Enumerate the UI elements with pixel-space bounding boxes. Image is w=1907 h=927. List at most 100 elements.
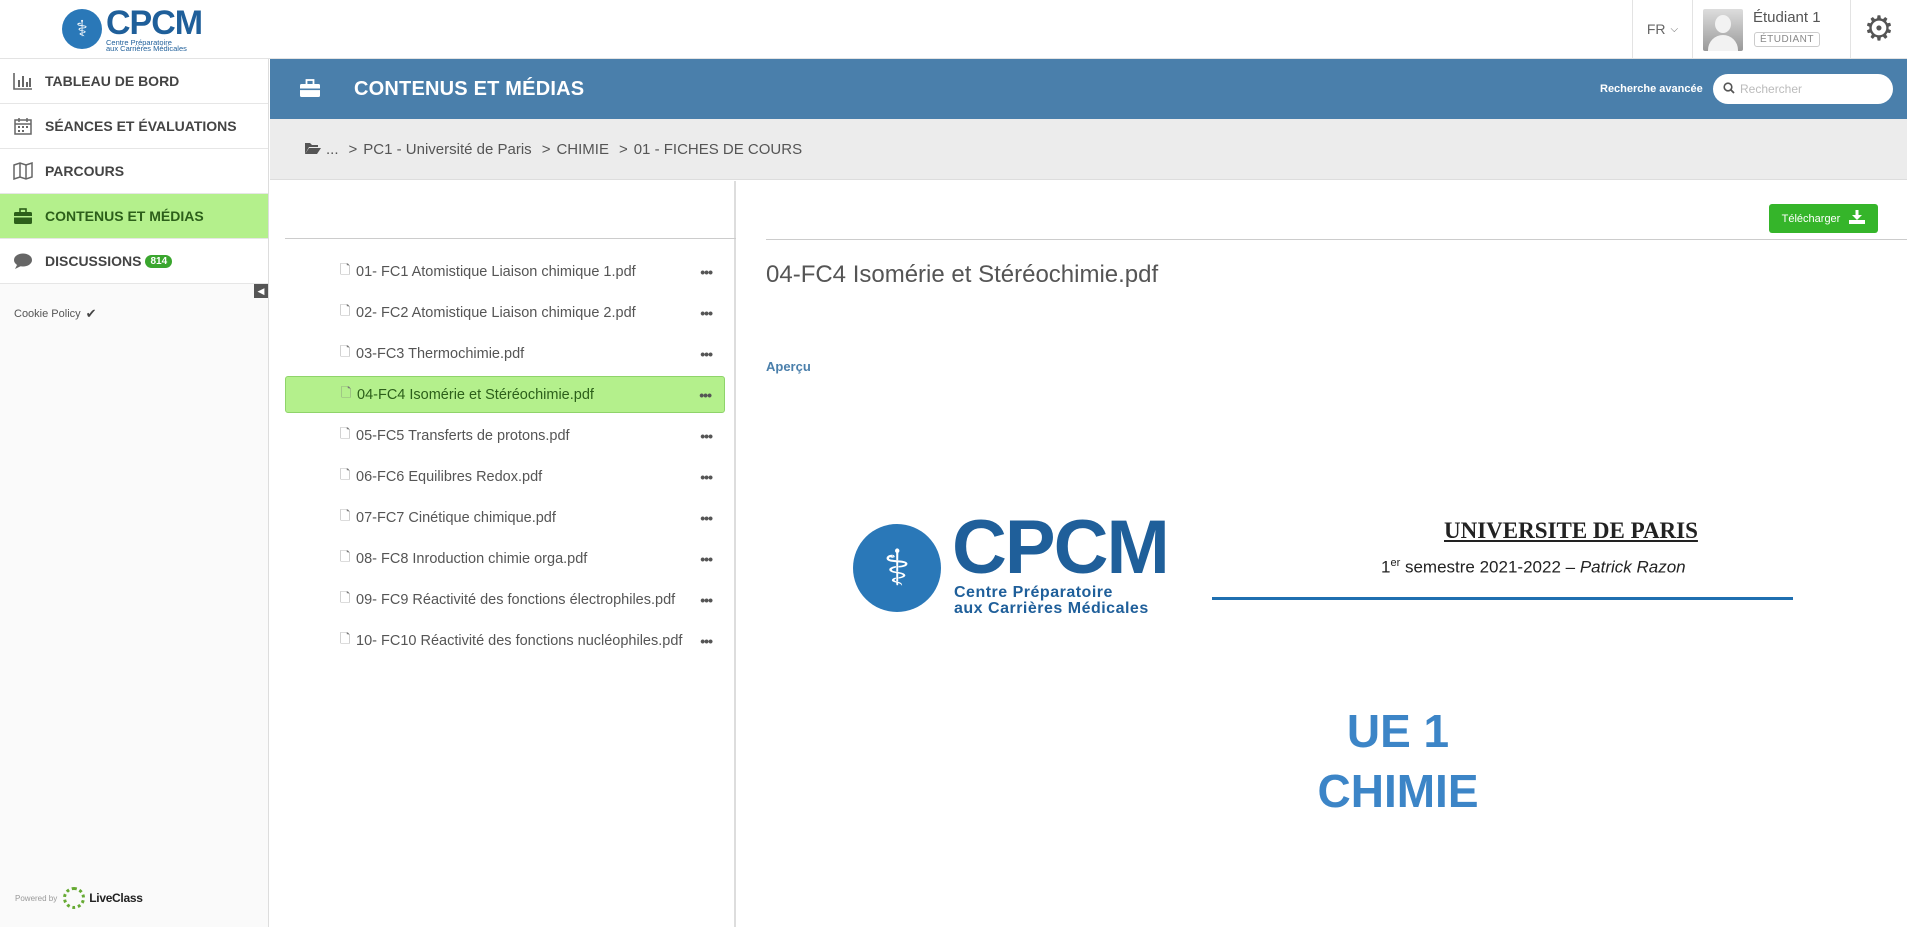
cookie-policy-label: Cookie Policy — [14, 308, 81, 320]
file-name: 01- FC1 Atomistique Liaison chimique 1.p… — [356, 263, 636, 280]
more-options-icon[interactable]: ••• — [700, 346, 713, 362]
list-item[interactable]: 🗋 08- FC8 Inroduction chimie orga.pdf ••• — [285, 540, 725, 577]
file-name: 09- FC9 Réactivité des fonctions électro… — [356, 591, 676, 608]
liveclass-logo-icon — [63, 887, 86, 909]
more-options-icon[interactable]: ••• — [699, 387, 712, 403]
pdf-file-icon: 🗋 — [340, 343, 351, 359]
pdf-file-icon: 🗋 — [340, 630, 351, 646]
list-item[interactable]: 🗋 03-FC3 Thermochimie.pdf ••• — [285, 335, 725, 372]
sidebar-item-label: TABLEAU DE BORD — [45, 73, 180, 89]
list-item[interactable]: 🗋 10- FC10 Réactivité des fonctions nuclé… — [285, 622, 725, 659]
doc-author: Patrick Razon — [1579, 557, 1686, 577]
breadcrumb-root[interactable]: ... — [326, 141, 339, 158]
file-name: 05-FC5 Transferts de protons.pdf — [356, 427, 570, 444]
pdf-file-icon: 🗋 — [340, 589, 351, 605]
more-options-icon[interactable]: ••• — [700, 428, 713, 444]
caduceus-icon: ⚕ — [62, 9, 102, 49]
briefcase-icon — [298, 76, 322, 100]
brand-logo[interactable]: ⚕ CPCM Centre Préparatoire aux Carrières… — [62, 3, 203, 53]
doc-ue-title: UE 1 CHIMIE — [1088, 701, 1708, 821]
pdf-file-icon: 🗋 — [340, 507, 351, 523]
list-item[interactable]: 🗋 06-FC6 Equilibres Redox.pdf ••• — [285, 458, 725, 495]
avatar — [1703, 9, 1743, 51]
language-selector[interactable]: FR ⌵ — [1632, 0, 1692, 58]
more-options-icon[interactable]: ••• — [700, 510, 713, 526]
pdf-preview-page[interactable]: ⚕ CPCM Centre Préparatoire aux Carrières… — [738, 181, 1907, 927]
more-options-icon[interactable]: ••• — [700, 469, 713, 485]
doc-university: UNIVERSITE DE PARIS — [1444, 518, 1698, 543]
sidebar-item-seances[interactable]: SÉANCES ET ÉVALUATIONS — [0, 104, 268, 149]
search-icon — [1723, 81, 1735, 97]
advanced-search-link[interactable]: Recherche avancée — [1600, 83, 1703, 95]
user-role-badge: ÉTUDIANT — [1754, 32, 1820, 47]
section-header: CONTENUS ET MÉDIAS Recherche avancée — [270, 59, 1907, 119]
file-preview-panel: Télécharger 04-FC4 Isomérie et Stéréochi… — [738, 181, 1907, 927]
pdf-file-icon: 🗋 — [340, 548, 351, 564]
breadcrumb-item[interactable]: CHIMIE — [556, 141, 609, 158]
map-icon — [12, 160, 34, 182]
chat-icon — [12, 250, 34, 272]
more-options-icon[interactable]: ••• — [700, 592, 713, 608]
user-menu[interactable]: Étudiant 1 ÉTUDIANT — [1692, 0, 1850, 58]
discussions-count-badge: 814 — [145, 254, 173, 268]
doc-ue-line2: CHIMIE — [1317, 765, 1479, 817]
pdf-file-icon: 🗋 — [341, 384, 352, 400]
more-options-icon[interactable]: ••• — [700, 633, 713, 649]
powered-by[interactable]: Powered by LiveClass — [15, 887, 143, 909]
user-name: Étudiant 1 — [1753, 9, 1821, 26]
file-name: 03-FC3 Thermochimie.pdf — [356, 345, 525, 362]
sidebar-item-tableau-de-bord[interactable]: TABLEAU DE BORD — [0, 59, 268, 104]
breadcrumb-item[interactable]: 01 - FICHES DE COURS — [634, 141, 802, 158]
logo-title: CPCM — [106, 3, 203, 42]
file-list: 🗋 01- FC1 Atomistique Liaison chimique 1.… — [270, 181, 736, 927]
cookie-policy-link[interactable]: Cookie Policy ✔ — [14, 306, 97, 322]
file-name: 02- FC2 Atomistique Liaison chimique 2.p… — [356, 304, 636, 321]
logo-subtitle-2: aux Carrières Médicales — [106, 44, 187, 53]
folder-open-icon[interactable] — [304, 141, 322, 158]
list-item[interactable]: 🗋 02- FC2 Atomistique Liaison chimique 2.… — [285, 294, 725, 331]
list-item[interactable]: 🗋 07-FC7 Cinétique chimique.pdf ••• — [285, 499, 725, 536]
list-item-selected[interactable]: 🗋 04-FC4 Isomérie et Stéréochimie.pdf ••• — [285, 376, 725, 413]
page-title: CONTENUS ET MÉDIAS — [354, 78, 585, 100]
pdf-file-icon: 🗋 — [340, 302, 351, 318]
divider — [285, 238, 736, 239]
doc-ue-line1: UE 1 — [1346, 705, 1450, 757]
more-options-icon[interactable]: ••• — [700, 551, 713, 567]
sidebar-item-label: CONTENUS ET MÉDIAS — [45, 208, 204, 224]
search-input[interactable] — [1740, 82, 1870, 96]
more-options-icon[interactable]: ••• — [700, 305, 713, 321]
caduceus-icon: ⚕ — [853, 524, 941, 612]
list-item[interactable]: 🗋 01- FC1 Atomistique Liaison chimique 1.… — [285, 253, 725, 290]
file-name: 07-FC7 Cinétique chimique.pdf — [356, 509, 556, 526]
language-label: FR — [1646, 21, 1666, 37]
top-bar: ⚕ CPCM Centre Préparatoire aux Carrières… — [0, 0, 1907, 59]
gear-icon: ⚙ — [1863, 10, 1895, 48]
list-item[interactable]: 🗋 09- FC9 Réactivité des fonctions électr… — [285, 581, 725, 618]
sidebar-item-label: PARCOURS — [45, 163, 125, 179]
search-box[interactable] — [1713, 74, 1893, 104]
doc-logo-subtitle-2: aux Carrières Médicales — [954, 600, 1149, 617]
sidebar-item-parcours[interactable]: PARCOURS — [0, 149, 268, 194]
breadcrumb-item[interactable]: PC1 - Université de Paris — [363, 141, 531, 158]
list-item[interactable]: 🗋 05-FC5 Transferts de protons.pdf ••• — [285, 417, 725, 454]
file-name: 10- FC10 Réactivité des fonctions nucléo… — [356, 632, 683, 649]
calendar-icon — [12, 115, 34, 137]
sidebar-item-label: SÉANCES ET ÉVALUATIONS — [45, 118, 237, 134]
pdf-file-icon: 🗋 — [340, 466, 351, 482]
chevron-down-icon: ⌵ — [1670, 23, 1679, 35]
liveclass-brand: LiveClass — [89, 891, 143, 905]
breadcrumb-separator: > — [618, 140, 628, 158]
breadcrumb: ... > PC1 - Université de Paris > CHIMIE… — [270, 119, 1907, 180]
bar-chart-icon — [12, 70, 34, 92]
sidebar: TABLEAU DE BORD SÉANCES ET ÉVALUATIONS P… — [0, 59, 269, 927]
sidebar-item-contenus[interactable]: CONTENUS ET MÉDIAS — [0, 194, 268, 239]
sidebar-item-discussions[interactable]: DISCUSSIONS 814 — [0, 239, 268, 284]
doc-logo-subtitle-1: Centre Préparatoire — [954, 584, 1113, 601]
collapse-sidebar-button[interactable]: ◀ — [254, 284, 268, 298]
briefcase-icon — [12, 205, 34, 227]
doc-semester-sup: er — [1390, 557, 1401, 569]
pdf-file-icon: 🗋 — [340, 425, 351, 441]
more-options-icon[interactable]: ••• — [700, 264, 713, 280]
settings-button[interactable]: ⚙ — [1850, 0, 1907, 58]
breadcrumb-separator: > — [348, 140, 358, 158]
